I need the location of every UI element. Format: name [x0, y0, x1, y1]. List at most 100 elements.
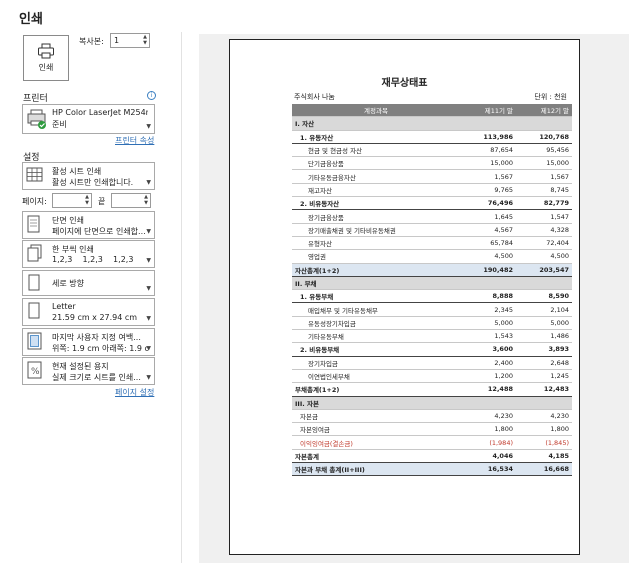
account-cell: 매입채무 및 기타유동채무 — [292, 302, 460, 317]
printer-ready-icon — [27, 109, 46, 129]
table-row: 2. 비유동자산 76,496 82,779 — [292, 196, 572, 211]
margins-icon — [27, 332, 42, 350]
chevron-down-icon: ▼ — [146, 179, 151, 186]
printer-section-label: 프린터 — [23, 94, 48, 104]
amount-cell: (1,845) — [516, 435, 572, 450]
paper-size-dropdown[interactable]: Letter 21.59 cm x 27.94 cm ▼ — [22, 298, 155, 326]
account-cell: 장기매출채권 및 기타비유동채권 — [292, 223, 460, 237]
collate-dropdown[interactable]: 한 부씩 인쇄 1,2,3 1,2,3 1,2,3 ▼ — [22, 240, 155, 268]
spinner-arrows-icon[interactable]: ▲ ▼ — [144, 194, 148, 206]
amount-cell: 113,986 — [460, 130, 516, 144]
scaling-dropdown[interactable]: % 현재 설정된 용지 실제 크기로 시트를 인쇄... ▼ — [22, 357, 155, 385]
table-row: 현금 및 현금성 자산 87,654 95,456 — [292, 143, 572, 158]
amount-cell: 1,800 — [460, 422, 516, 437]
unit-label: 단위 : 천원 — [534, 93, 567, 101]
amount-cell: 4,328 — [516, 223, 572, 237]
amount-cell — [460, 116, 516, 131]
scaling-value: 현재 설정된 용지 — [52, 362, 109, 371]
account-cell: 기타유동부채 — [292, 329, 460, 344]
pages-to-input[interactable]: ▲ ▼ — [111, 193, 151, 208]
amount-cell: 76,496 — [460, 196, 516, 211]
table-row: 1. 유동자산 113,986 120,768 — [292, 130, 572, 144]
account-cell: I. 자산 — [292, 116, 460, 131]
amount-cell: 190,482 — [460, 263, 516, 277]
amount-cell: 2,104 — [516, 302, 572, 317]
orientation-value: 세로 방향 — [52, 279, 84, 288]
account-cell: 1. 유동부채 — [292, 289, 460, 304]
copies-value: 1 — [114, 36, 120, 45]
account-cell: 현금 및 현금성 자산 — [292, 143, 460, 158]
scaling-icon: % — [27, 361, 42, 379]
table-row: 장기금융상품 1,645 1,547 — [292, 209, 572, 224]
account-cell: 재고자산 — [292, 183, 460, 198]
column-header: 제12기 말 — [516, 104, 572, 118]
account-cell: 기타유동금융자산 — [292, 169, 460, 184]
amount-cell: 1,245 — [516, 369, 572, 384]
orientation-dropdown[interactable]: 세로 방향 ▼ — [22, 270, 155, 296]
account-cell: 자산총계(1+2) — [292, 263, 460, 277]
table-row: III. 자본 — [292, 396, 572, 410]
print-button[interactable]: 인쇄 — [23, 35, 69, 81]
table-row: 재고자산 9,765 8,745 — [292, 183, 572, 198]
table-row: I. 자산 — [292, 116, 572, 131]
account-cell: 이익잉여금(결손금) — [292, 435, 460, 450]
print-what-description: 활성 시트만 인쇄합니다. — [52, 178, 134, 187]
amount-cell — [516, 276, 572, 291]
company-name: 주식회사 나눔 — [294, 93, 335, 101]
margins-dropdown[interactable]: 마지막 사용자 지정 여백... 위쪽: 1.9 cm 아래쪽: 1.9 c..… — [22, 328, 155, 356]
amount-cell: 95,456 — [516, 143, 572, 158]
table-row: 장기매출채권 및 기타비유동채권 4,567 4,328 — [292, 223, 572, 237]
amount-cell: 3,893 — [516, 342, 572, 357]
spinner-arrows-icon[interactable]: ▲ ▼ — [143, 34, 147, 46]
print-button-label: 인쇄 — [38, 63, 54, 72]
amount-cell: 3,600 — [460, 342, 516, 357]
paper-size-value: Letter — [52, 302, 76, 311]
table-row: 단기금융상품 15,000 15,000 — [292, 156, 572, 171]
scaling-description: 실제 크기로 시트를 인쇄... — [52, 373, 141, 382]
amount-cell: 1,547 — [516, 209, 572, 224]
amount-cell: 1,486 — [516, 329, 572, 344]
sides-dropdown[interactable]: 단면 인쇄 페이지에 단면으로 인쇄합... ▼ — [22, 211, 155, 239]
amount-cell: 1,567 — [460, 169, 516, 184]
amount-cell: 8,590 — [516, 289, 572, 304]
amount-cell — [516, 396, 572, 410]
account-cell: III. 자본 — [292, 396, 460, 410]
amount-cell: 87,654 — [460, 143, 516, 158]
copies-input[interactable]: 1 ▲ ▼ — [110, 33, 150, 48]
pages-from-input[interactable]: ▲ ▼ — [52, 193, 92, 208]
table-row: 2. 비유동부채 3,600 3,893 — [292, 342, 572, 357]
chevron-down-icon: ▼ — [146, 374, 151, 381]
preview-page: 재무상태표 주식회사 나눔 단위 : 천원 계정과목 제11기 말 제12기 말… — [229, 39, 580, 555]
amount-cell: 4,500 — [516, 249, 572, 264]
printer-dropdown[interactable]: HP Color LaserJet M254n... 준비 ▼ — [22, 104, 155, 134]
table-row: 기타유동금융자산 1,567 1,567 — [292, 169, 572, 184]
account-cell: 단기금융상품 — [292, 156, 460, 171]
page-setup-link[interactable]: 페이지 설정 — [115, 387, 154, 398]
copies-label: 복사본: — [79, 37, 104, 46]
table-row: II. 부채 — [292, 276, 572, 291]
panel-divider — [181, 32, 182, 563]
amount-cell: 2,648 — [516, 356, 572, 370]
spinner-arrows-icon[interactable]: ▲ ▼ — [85, 194, 89, 206]
amount-cell: 12,488 — [460, 382, 516, 397]
amount-cell: 5,000 — [460, 316, 516, 331]
printer-name: HP Color LaserJet M254n... — [52, 108, 148, 117]
account-cell: 자본총계 — [292, 449, 460, 464]
amount-cell: 72,404 — [516, 236, 572, 251]
print-what-dropdown[interactable]: 활성 시트 인쇄 활성 시트만 인쇄합니다. ▼ — [22, 162, 155, 190]
amount-cell — [460, 396, 516, 410]
statement-title: 재무상태표 — [381, 78, 428, 89]
printer-properties-link[interactable]: 프린터 속성 — [115, 135, 154, 146]
amount-cell: 2,400 — [460, 356, 516, 370]
account-cell: 2. 비유동부채 — [292, 342, 460, 357]
account-cell: 부채총계(1+2) — [292, 382, 460, 397]
amount-cell: 4,185 — [516, 449, 572, 464]
table-row: 유동성장기차입금 5,000 5,000 — [292, 316, 572, 331]
amount-cell: 16,668 — [516, 462, 572, 477]
account-cell: 2. 비유동자산 — [292, 196, 460, 211]
table-row: 자본총계 4,046 4,185 — [292, 449, 572, 464]
amount-cell: 4,567 — [460, 223, 516, 237]
info-icon[interactable]: i — [147, 91, 156, 100]
sides-description: 페이지에 단면으로 인쇄합... — [52, 227, 146, 236]
account-cell: 장기차입금 — [292, 356, 460, 370]
